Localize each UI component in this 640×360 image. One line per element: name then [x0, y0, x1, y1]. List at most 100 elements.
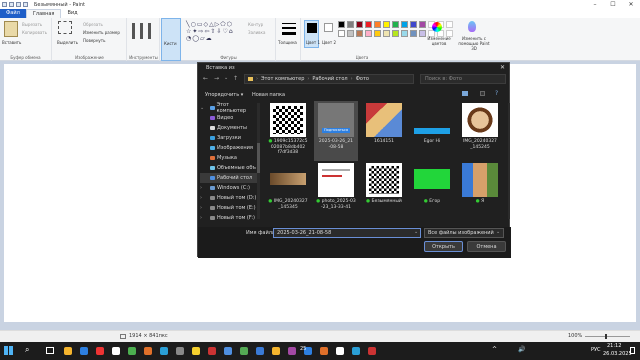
search-icon[interactable]: ⌕	[25, 345, 29, 355]
palette-swatch[interactable]	[392, 21, 399, 28]
tab-file[interactable]: Файл	[0, 9, 26, 18]
thickness-button[interactable]: Толщина	[277, 18, 301, 61]
nav-3d-objects[interactable]: Объемные объ	[200, 163, 258, 173]
palette-swatch[interactable]	[383, 21, 390, 28]
clock-time[interactable]: 21:12	[607, 343, 621, 349]
paste-icon[interactable]	[4, 21, 18, 37]
nav-downloads[interactable]: Загрузки	[200, 133, 258, 143]
breadcrumb-photos[interactable]: Фото	[356, 76, 369, 82]
nav-this-pc[interactable]: ⌄ Этот компьютер	[200, 102, 258, 114]
file-item-selected[interactable]: Подписаться 2025-03-26_21 -08-58	[314, 101, 358, 161]
open-button[interactable]: Открыть	[424, 241, 463, 252]
taskbar-app-icon[interactable]	[64, 347, 72, 355]
crop-button[interactable]: Обрезать	[83, 22, 103, 27]
task-view-icon[interactable]	[46, 347, 54, 354]
palette-swatch[interactable]	[374, 21, 381, 28]
palette-swatch[interactable]	[401, 21, 408, 28]
palette-swatch[interactable]	[356, 21, 363, 28]
notifications-icon[interactable]	[630, 347, 635, 354]
palette-swatch[interactable]	[383, 30, 390, 37]
palette-swatch[interactable]	[419, 21, 426, 28]
taskbar-app-icon[interactable]	[256, 347, 264, 355]
file-item[interactable]: ● Егор	[410, 163, 454, 205]
paint3d-button[interactable]: Изменить с помощью Paint 3D	[456, 36, 492, 51]
tool-icons[interactable]	[132, 23, 156, 39]
file-item[interactable]: 1614151	[362, 103, 406, 145]
color2-button[interactable]	[324, 23, 333, 32]
tray-overflow-icon[interactable]: ^	[492, 346, 497, 353]
taskbar-app-icon[interactable]	[160, 347, 168, 355]
address-bar[interactable]: › Этот компьютер › Рабочий стол › Фото	[244, 74, 414, 84]
tab-home[interactable]: Главная	[25, 9, 62, 18]
taskbar-app-icon[interactable]	[240, 347, 248, 355]
cut-button[interactable]: Вырезать	[22, 22, 42, 27]
shapes-gallery[interactable]: ╲○▭◇△▷⬠⬡ ☆✦⇨⇦⇧⇩♡⌂ ◔◯▱☁	[186, 21, 242, 47]
file-item[interactable]: ● photo_2025-03 -23_13-33-41	[314, 163, 358, 210]
select-icon[interactable]	[58, 21, 72, 34]
maximize-button[interactable]: ☐	[604, 0, 622, 9]
select-button[interactable]: Выделить	[57, 40, 78, 45]
start-button-icon[interactable]	[4, 346, 13, 355]
paste-button[interactable]: Вставить	[2, 40, 21, 45]
breadcrumb-desktop[interactable]: Рабочий стол	[312, 76, 347, 82]
volume-icon[interactable]: 🔊	[518, 346, 525, 353]
zoom-slider[interactable]	[585, 334, 630, 339]
view-options-icon[interactable]	[462, 91, 468, 96]
nav-videos[interactable]: Видео	[200, 113, 258, 123]
forward-icon[interactable]: →	[214, 75, 219, 82]
nav-drive-f[interactable]: › Новый том (F:)	[200, 213, 258, 223]
taskbar-app-icon[interactable]	[176, 347, 184, 355]
save-icon[interactable]	[9, 2, 14, 7]
outline-button[interactable]: Контур	[248, 22, 263, 27]
filename-input[interactable]: 2025-03-26_21-08-58	[273, 228, 421, 238]
nav-music[interactable]: Музыка	[200, 153, 258, 163]
nav-pictures[interactable]: Изображения	[200, 143, 258, 153]
preview-pane-icon[interactable]	[480, 91, 485, 96]
redo-icon[interactable]	[23, 2, 28, 7]
back-icon[interactable]: ←	[203, 75, 208, 82]
nav-scrollbar[interactable]	[257, 103, 260, 219]
files-scrollbar[interactable]	[508, 103, 510, 219]
search-input[interactable]: Поиск в: Фото	[420, 74, 506, 84]
tab-view[interactable]: Вид	[61, 9, 83, 18]
file-item[interactable]: IMG_20240327 _145245	[458, 103, 502, 150]
brushes-button[interactable]: Кисти	[161, 18, 181, 61]
file-item[interactable]: ● 1909c15372c5 02087b8db402 f7df3d38	[266, 103, 310, 156]
taskbar-app-icon[interactable]	[272, 347, 280, 355]
taskbar-app-icon[interactable]	[192, 347, 200, 355]
taskbar-app-icon[interactable]	[320, 347, 328, 355]
paint3d-icon[interactable]	[468, 21, 476, 32]
palette-swatch[interactable]	[365, 21, 372, 28]
help-icon[interactable]: ?	[495, 90, 498, 97]
palette-swatch[interactable]	[347, 21, 354, 28]
palette-swatch[interactable]	[374, 30, 381, 37]
edit-colors-button[interactable]: Изменение цветов	[426, 36, 452, 46]
language-indicator[interactable]: РУС	[591, 347, 601, 353]
breadcrumb-this-pc[interactable]: Этот компьютер	[261, 76, 304, 82]
palette-swatch[interactable]	[338, 21, 345, 28]
file-item[interactable]: ● Безымянный	[362, 163, 406, 205]
nav-drive-c[interactable]: › Windows (C:)	[200, 183, 258, 193]
rotate-button[interactable]: Повернуть	[83, 38, 105, 43]
taskbar-app-icon[interactable]	[112, 347, 120, 355]
recent-locations-icon[interactable]: ⌄	[224, 75, 228, 81]
dialog-close-icon[interactable]: ✕	[500, 64, 505, 71]
new-folder-button[interactable]: Новая папка	[252, 92, 285, 98]
taskbar-app-icon[interactable]	[128, 347, 136, 355]
palette-swatch[interactable]	[392, 30, 399, 37]
edit-colors-icon[interactable]	[432, 22, 442, 32]
resize-button[interactable]: Изменить размер	[83, 30, 120, 35]
nav-desktop[interactable]: Рабочий стол	[200, 173, 258, 183]
taskbar-app-icon[interactable]	[288, 347, 296, 355]
clock-date[interactable]: 26.03.2025	[603, 351, 632, 357]
filename-dropdown-icon[interactable]: ⌄	[414, 229, 418, 235]
up-icon[interactable]: ↑	[233, 75, 238, 82]
organize-button[interactable]: Упорядочить ▾	[205, 92, 243, 98]
nav-documents[interactable]: Документы	[200, 123, 258, 133]
palette-swatch[interactable]	[419, 30, 426, 37]
taskbar-app-icon[interactable]	[352, 347, 360, 355]
palette-swatch[interactable]	[347, 30, 354, 37]
palette-swatch[interactable]	[410, 21, 417, 28]
taskbar-app-icon[interactable]	[336, 347, 344, 355]
file-item[interactable]: ● Я	[458, 163, 502, 205]
